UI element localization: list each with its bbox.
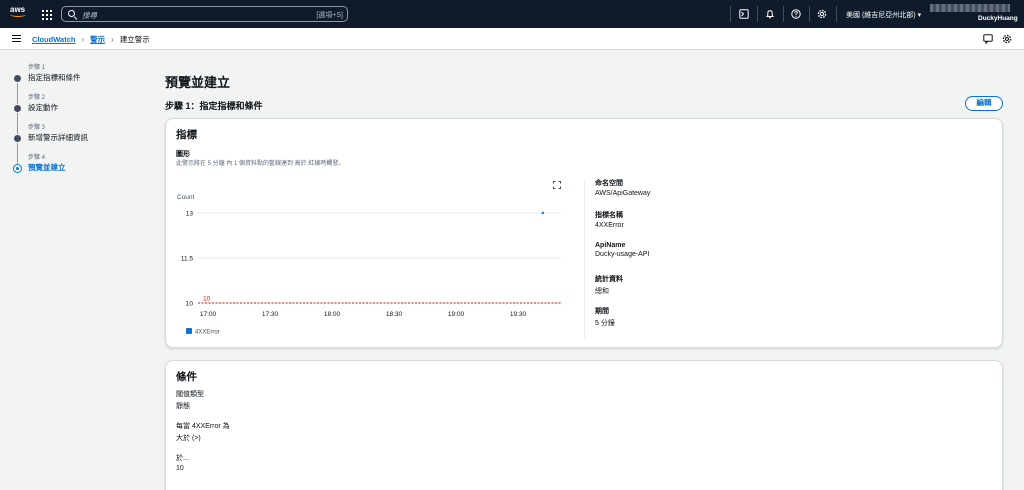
- conditions-card-heading: 條件: [176, 371, 197, 383]
- condition-value-field: 於... 10: [176, 453, 189, 472]
- search-placeholder: 搜尋: [82, 11, 97, 20]
- metric-card: 指標 圖形 此警示將在 5 分鐘 內 1 個資料點的藍線達到 高於 紅線時觸發。…: [165, 118, 1003, 348]
- nav-divider: [836, 6, 837, 22]
- x-tick-label: 18:30: [386, 311, 403, 318]
- detail-api-name: ApiName Ducky-usage-API: [595, 242, 649, 258]
- feedback-icon[interactable]: [983, 34, 993, 44]
- step-number: 步驟 1: [28, 65, 46, 71]
- detail-value: 總和: [595, 288, 609, 295]
- step-3[interactable]: 步驟 3 新增警示詳細資訊: [12, 124, 142, 164]
- x-tick-label: 17:30: [262, 311, 279, 318]
- condition-value: 10: [176, 465, 184, 472]
- step-number: 步驟 4: [28, 155, 46, 161]
- graph-description: 此警示將在 5 分鐘 內 1 個資料點的藍線達到 高於 紅線時觸發。: [176, 161, 345, 167]
- y-tick-label: 11.5: [181, 256, 194, 263]
- nav-divider: [757, 6, 758, 22]
- condition-key: 閾值類型: [176, 391, 204, 398]
- detail-value: 5 分鐘: [595, 320, 615, 327]
- detail-value: 4XXError: [595, 222, 624, 229]
- step-label: 新增警示詳細資訊: [28, 133, 88, 142]
- detail-key: 統計資料: [595, 276, 623, 283]
- condition-value: 大於 (>): [176, 435, 201, 442]
- region-label: 美國 (維吉尼亞州北部): [846, 12, 916, 19]
- chevron-right-icon: ›: [81, 35, 85, 44]
- step-label: 指定指標和條件: [28, 73, 81, 82]
- step-2[interactable]: 步驟 2 設定動作: [12, 94, 142, 134]
- x-tick-label: 18:00: [324, 311, 341, 318]
- detail-key: ApiName: [595, 242, 626, 249]
- chevron-right-icon: ›: [111, 35, 114, 44]
- section-subtitle: 步驟 1：指定指標和條件: [165, 101, 263, 111]
- aws-logo[interactable]: aws: [10, 5, 30, 23]
- y-tick-label: 13: [186, 211, 194, 218]
- menu-icon[interactable]: [12, 35, 21, 42]
- condition-threshold-type: 閾值類型 靜態: [176, 389, 204, 411]
- legend-label: 4XXError: [195, 330, 220, 336]
- region-selector[interactable]: 美國 (維吉尼亞州北部) ▾: [846, 10, 921, 20]
- condition-key: 每當 4XXError 為: [176, 423, 230, 430]
- threshold-label: 10: [203, 296, 211, 303]
- search-shortcut: [選項+S]: [316, 12, 343, 19]
- caret-down-icon: ▾: [917, 12, 922, 19]
- step-dot-icon: [14, 75, 21, 82]
- settings-icon[interactable]: [1002, 34, 1012, 44]
- detail-key: 指標名稱: [595, 212, 623, 219]
- step-dot-icon: [14, 105, 21, 112]
- detail-namespace: 命名空間 AWS/ApiGateway: [595, 178, 650, 197]
- data-point: [541, 211, 544, 215]
- step-number: 步驟 3: [28, 125, 46, 131]
- detail-value: AWS/ApiGateway: [595, 190, 651, 197]
- condition-operator: 每當 4XXError 為 大於 (>): [176, 421, 230, 443]
- step-active-dot-icon: [13, 164, 22, 173]
- top-navigation: aws 搜尋 [選項+S] 美國 (維吉尼亞州北部) ▾ DuckyHuang: [0, 0, 1024, 28]
- nav-divider: [730, 6, 731, 22]
- gear-icon[interactable]: [817, 9, 827, 19]
- user-menu[interactable]: DuckyHuang: [978, 15, 1018, 22]
- expand-icon[interactable]: [553, 181, 561, 189]
- help-icon[interactable]: [791, 9, 801, 19]
- legend-swatch: [186, 328, 192, 334]
- x-tick-label: 19:00: [448, 311, 465, 318]
- detail-metric-name: 指標名稱 4XXError: [595, 210, 624, 229]
- step-label: 設定動作: [28, 103, 58, 112]
- step-1[interactable]: 步驟 1 指定指標和條件: [12, 64, 142, 104]
- step-4: 步驟 4 預覽並建立: [12, 154, 142, 184]
- breadcrumb-bar: CloudWatch › 警示 › 建立警示: [0, 28, 1024, 50]
- breadcrumb-cloudwatch[interactable]: CloudWatch: [32, 35, 75, 44]
- search-input[interactable]: 搜尋 [選項+S]: [61, 6, 348, 22]
- detail-statistic: 統計資料 總和: [595, 274, 623, 296]
- breadcrumb: CloudWatch › 警示 › 建立警示: [32, 34, 150, 45]
- search-icon: [68, 10, 75, 17]
- condition-key: 於...: [176, 455, 189, 462]
- cloudshell-icon[interactable]: [739, 9, 749, 19]
- aws-logo-text: aws: [10, 5, 26, 14]
- breadcrumb-current: 建立警示: [119, 35, 150, 44]
- detail-period: 期間 5 分鐘: [595, 306, 615, 328]
- wizard-steps: 步驟 1 指定指標和條件 步驟 2 設定動作 步驟 3 新增警示詳細資訊 步驟 …: [12, 64, 142, 184]
- x-tick-label: 17:00: [200, 311, 217, 318]
- metric-chart: Count 13 11.5 10 17:00 17:30 18:00 18:30 19:00 19…: [177, 194, 561, 336]
- step-label: 預覽並建立: [28, 163, 66, 172]
- nav-divider: [783, 6, 784, 22]
- vertical-divider: [584, 179, 585, 339]
- breadcrumb-alarms[interactable]: 警示: [90, 34, 105, 45]
- page-title: 預覽並建立: [165, 75, 231, 90]
- detail-key: 命名空間: [595, 180, 623, 187]
- nav-divider: [809, 6, 810, 22]
- step-number: 步驟 2: [28, 95, 46, 101]
- step-dot-icon: [14, 135, 21, 142]
- condition-value: 靜態: [176, 403, 190, 410]
- detail-key: 期間: [595, 308, 609, 315]
- y-axis-label: Count: [177, 194, 195, 201]
- conditions-card: 條件 閾值類型 靜態 每當 4XXError 為 大於 (>) 於... 10: [165, 360, 1003, 490]
- grid-icon[interactable]: [42, 10, 52, 20]
- bell-icon[interactable]: [765, 9, 775, 19]
- detail-value: Ducky-usage-API: [595, 251, 650, 258]
- x-tick-label: 19:30: [510, 311, 527, 318]
- redacted-account-id: [930, 4, 1010, 12]
- y-tick-label: 10: [186, 301, 194, 308]
- metric-card-heading: 指標: [176, 129, 197, 141]
- edit-button[interactable]: 編輯: [965, 96, 1003, 111]
